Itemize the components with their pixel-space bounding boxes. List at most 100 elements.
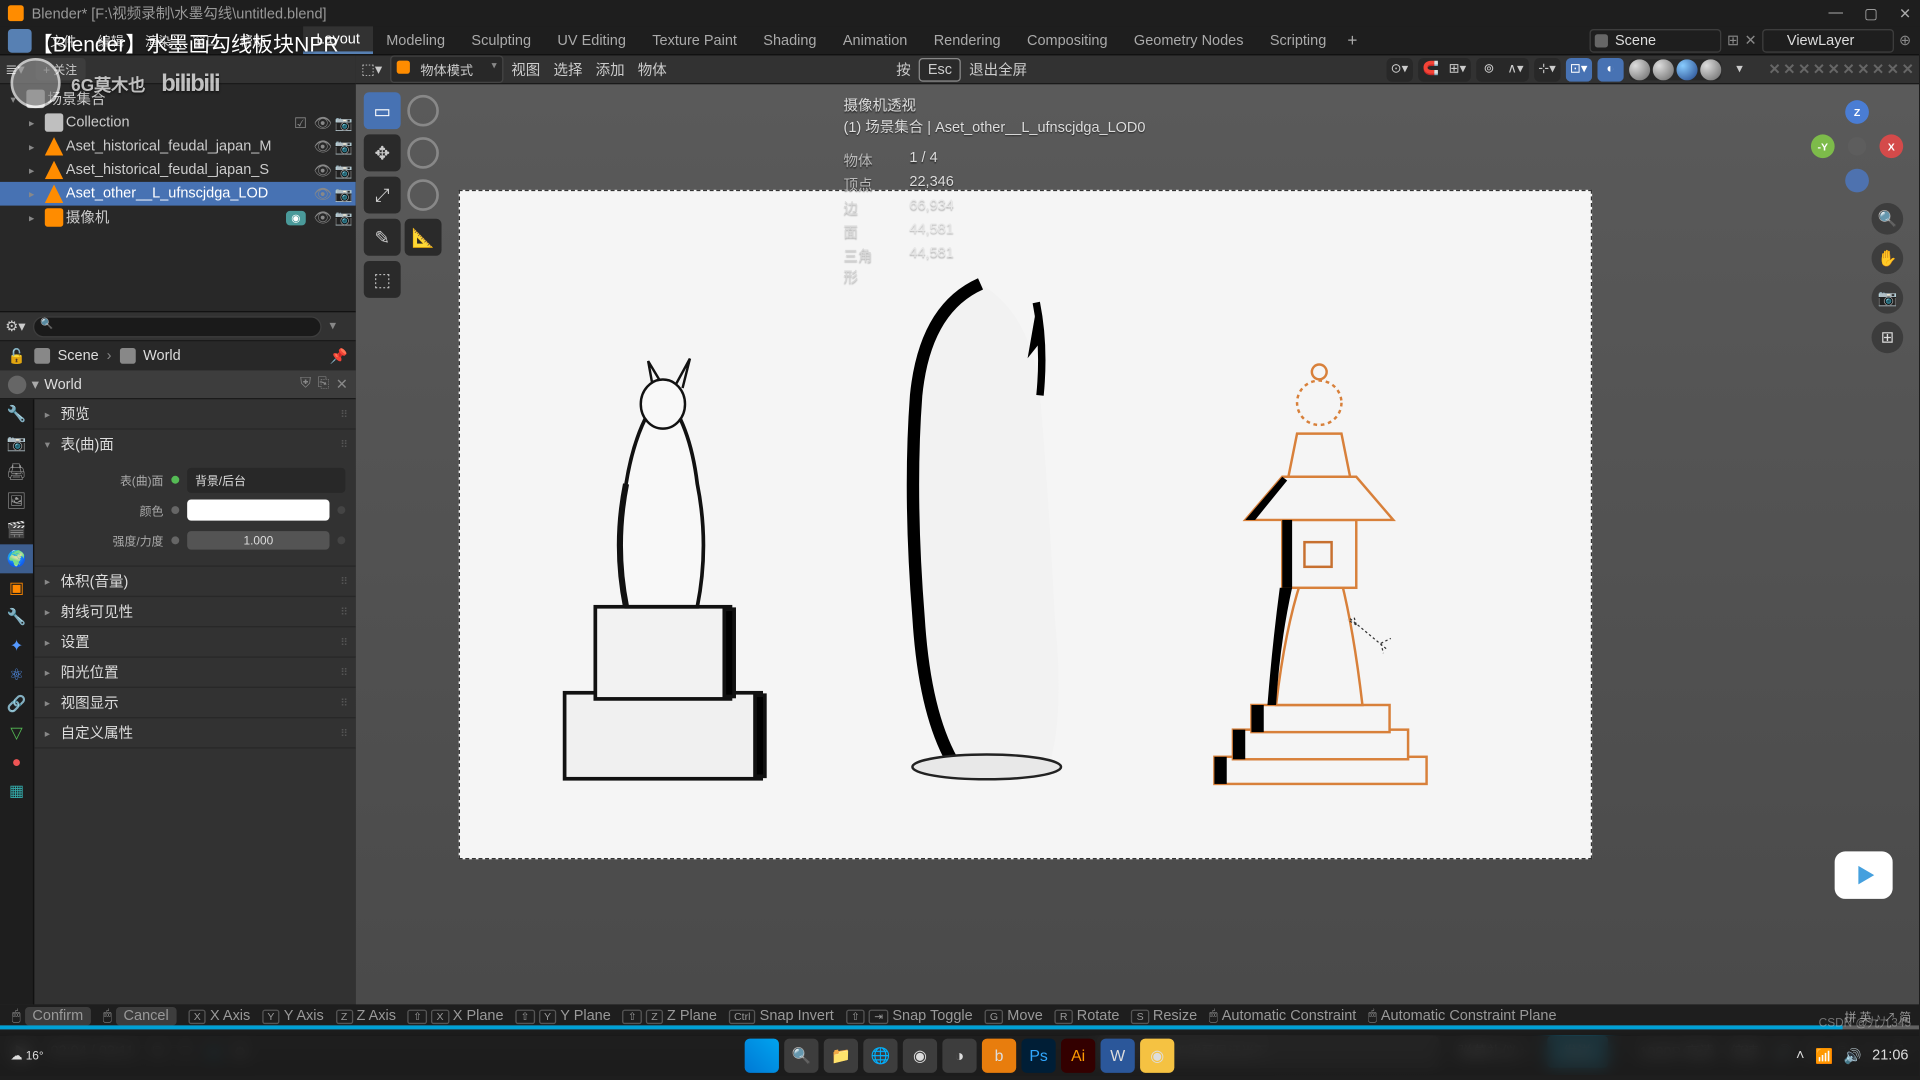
zoom-button[interactable]: 🔍 (1872, 203, 1904, 235)
ptab-object[interactable]: ▣ (0, 573, 33, 602)
taskbar-chrome[interactable]: ◉ (903, 1039, 937, 1073)
ptab-data[interactable]: ▽ (0, 718, 33, 747)
tab-geonodes[interactable]: Geometry Nodes (1121, 26, 1257, 54)
tab-compositing[interactable]: Compositing (1014, 26, 1121, 54)
axis-x-icon[interactable]: X (1879, 134, 1903, 158)
lock-icon[interactable]: 🔓 (8, 347, 26, 364)
taskbar-word[interactable]: W (1101, 1039, 1135, 1073)
viewlayer-new-icon[interactable]: ⊕ (1899, 32, 1911, 49)
panel-visibility[interactable]: ▸射线可见性⠿ (34, 597, 356, 626)
unlink-icon[interactable]: ✕ (336, 376, 348, 393)
browse-icon[interactable]: ▾ (32, 376, 39, 393)
bilibili-play-icon[interactable] (1835, 851, 1893, 898)
shading-material[interactable] (1676, 59, 1697, 80)
tab-uv[interactable]: UV Editing (544, 26, 639, 54)
panel-sun[interactable]: ▸阳光位置⠿ (34, 658, 356, 687)
outliner-row[interactable]: ▸ Aset_historical_feudal_japan_S 👁📷 (0, 158, 356, 182)
panel-custom[interactable]: ▸自定义属性⠿ (34, 718, 356, 747)
vp-menu-add[interactable]: 添加 (596, 59, 625, 80)
blender-icon[interactable] (8, 28, 32, 52)
panel-viewport-display[interactable]: ▸视图显示⠿ (34, 688, 356, 717)
progress-bar[interactable] (0, 1025, 1919, 1029)
taskbar-app[interactable]: ◑ (942, 1039, 976, 1073)
shield-icon[interactable]: ⛨ (300, 376, 311, 393)
scale-tool[interactable]: ⤢ (364, 177, 401, 214)
annotate-tool[interactable]: ✎ (364, 219, 401, 256)
proportional-type[interactable]: ∧▾ (1502, 57, 1528, 81)
cancel-button[interactable]: Cancel (116, 1007, 177, 1025)
tab-scripting[interactable]: Scripting (1257, 26, 1340, 54)
taskbar-app2[interactable]: ◉ (1140, 1039, 1174, 1073)
xray-button[interactable]: ◐ (1597, 57, 1623, 81)
proportional-button[interactable]: ⊚ (1476, 57, 1502, 81)
maximize-button[interactable]: ▢ (1864, 5, 1878, 22)
outliner-row[interactable]: ▸ 摄像机 ◉ 👁📷 (0, 206, 356, 230)
shading-wireframe[interactable] (1629, 59, 1650, 80)
add-workspace-button[interactable]: + (1339, 26, 1365, 54)
mode-select[interactable]: 物体模式 (390, 55, 503, 83)
camera-view-button[interactable]: 📷 (1872, 282, 1904, 314)
taskbar-weather[interactable]: ☁ 16° (11, 1048, 44, 1062)
shading-dropdown[interactable]: ▾ (1726, 57, 1752, 81)
scene-field[interactable]: Scene (1590, 28, 1722, 52)
vp-menu-object[interactable]: 物体 (638, 59, 667, 80)
ptab-modifier[interactable]: 🔧 (0, 602, 33, 631)
add-tool[interactable]: ⬚ (364, 261, 401, 298)
panel-preview[interactable]: ▸预览⠿ (34, 399, 356, 428)
world-datablock[interactable]: ▾ World ⛨⎘✕ (0, 370, 356, 399)
start-button[interactable] (745, 1039, 779, 1073)
ptab-texture[interactable]: ▦ (0, 776, 33, 805)
tab-modeling[interactable]: Modeling (373, 26, 458, 54)
tray-time[interactable]: 21:06 (1872, 1048, 1908, 1064)
ptab-particles[interactable]: ✦ (0, 631, 33, 660)
close-button[interactable]: ✕ (1899, 5, 1911, 22)
navigation-gizmo[interactable]: Z X -Y (1811, 100, 1903, 192)
minimize-button[interactable]: — (1829, 5, 1843, 22)
tab-texture[interactable]: Texture Paint (639, 26, 750, 54)
taskbar-search[interactable]: 🔍 (784, 1039, 818, 1073)
shading-rendered[interactable] (1700, 59, 1721, 80)
surface-type-select[interactable]: 背景/后台 (187, 467, 345, 492)
taskbar-ps[interactable]: Ps (1021, 1039, 1055, 1073)
pivot-button[interactable]: ⊙▾ (1386, 57, 1412, 81)
confirm-button[interactable]: Confirm (25, 1007, 92, 1025)
editor-type-icon[interactable]: ⚙▾ (5, 318, 25, 335)
panel-surface[interactable]: ▾表(曲)面⠿ (34, 430, 356, 459)
viewlayer-field[interactable]: ViewLayer (1762, 28, 1894, 52)
tray-volume-icon[interactable]: 🔊 (1844, 1047, 1862, 1064)
measure-tool[interactable]: 📐 (405, 219, 442, 256)
tab-rendering[interactable]: Rendering (921, 26, 1014, 54)
taskbar-explorer[interactable]: 📁 (824, 1039, 858, 1073)
options-icon[interactable]: ▾ (330, 319, 351, 333)
axis-z-icon[interactable]: Z (1845, 100, 1869, 124)
ptab-output[interactable]: 🖨 (0, 457, 33, 486)
shading-solid[interactable] (1653, 59, 1674, 80)
ptab-scene[interactable]: 🎬 (0, 515, 33, 544)
ptab-world[interactable]: 🌍 (0, 544, 33, 573)
axis-y-icon[interactable]: -Y (1811, 134, 1835, 158)
perspective-button[interactable]: ⊞ (1872, 322, 1904, 354)
tab-shading[interactable]: Shading (750, 26, 830, 54)
viewport-3d[interactable]: ▭ ✥ ⤢ ✎📐 ⬚ 摄像机透视 (1) 场景集合 | Aset_other__… (356, 84, 1919, 1004)
ptab-physics[interactable]: ⚛ (0, 660, 33, 689)
panel-volume[interactable]: ▸体积(音量)⠿ (34, 567, 356, 596)
tray-wifi-icon[interactable]: 📶 (1815, 1047, 1833, 1064)
strength-field[interactable]: 1.000 (187, 531, 329, 549)
vp-menu-select[interactable]: 选择 (553, 59, 582, 80)
properties-search[interactable] (33, 316, 321, 337)
pan-button[interactable]: ✋ (1872, 243, 1904, 275)
pin-icon[interactable]: 📌 (330, 347, 348, 364)
ptab-tool[interactable]: 🔧 (0, 399, 33, 428)
transform-tool[interactable] (407, 179, 439, 211)
ptab-render[interactable]: 📷 (0, 428, 33, 457)
taskbar-edge[interactable]: 🌐 (863, 1039, 897, 1073)
move-tool[interactable]: ✥ (364, 134, 401, 171)
scene-close-icon[interactable]: ✕ (1744, 32, 1756, 49)
taskbar-blender[interactable]: b (982, 1039, 1016, 1073)
ptab-material[interactable]: ● (0, 747, 33, 776)
gizmo-button[interactable]: ⊹▾ (1534, 57, 1560, 81)
panel-settings[interactable]: ▸设置⠿ (34, 627, 356, 656)
world-color-swatch[interactable] (187, 500, 329, 521)
rotate-tool[interactable] (407, 137, 439, 169)
outliner-row[interactable]: ▸ Collection ☑👁📷 (0, 111, 356, 135)
